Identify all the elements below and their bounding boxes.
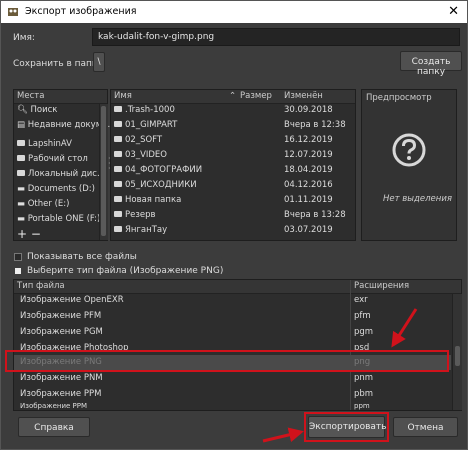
arrow-to-export-button: [262, 427, 304, 443]
help-button[interactable]: Справка: [18, 417, 90, 437]
annotation-arrows: [262, 308, 418, 443]
cancel-button[interactable]: Отмена: [393, 417, 458, 437]
export-dialog: Экспорт изображения ✕ Имя: kak-udalit-fo…: [0, 0, 468, 450]
highlight-export-button: [304, 412, 389, 442]
arrow-to-png-row: [391, 308, 418, 348]
